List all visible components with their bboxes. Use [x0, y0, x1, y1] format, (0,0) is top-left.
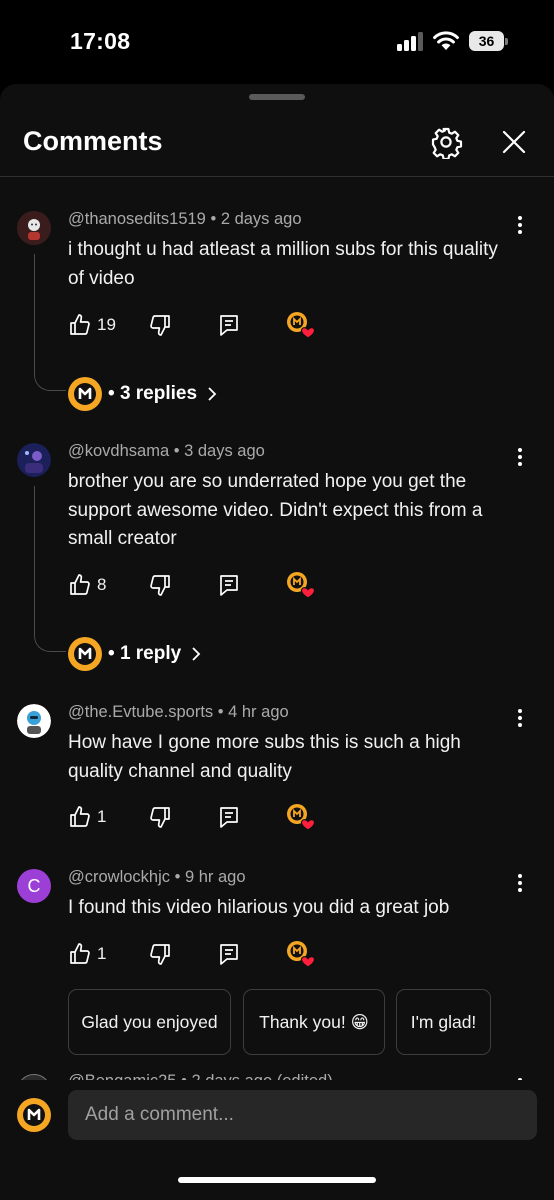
- comment-text: I found this video hilarious you did a g…: [68, 897, 450, 918]
- comment-composer: [0, 1080, 554, 1200]
- avatar[interactable]: [17, 211, 51, 245]
- page-title: Comments: [23, 126, 163, 156]
- avatar-letter: C: [27, 875, 41, 896]
- reply-icon: [220, 944, 238, 965]
- comment-meta: @the.Evtube.sports • 4 hr ago: [68, 703, 289, 721]
- creator-heart: [285, 311, 317, 339]
- chevron-right-icon: [192, 647, 201, 661]
- creator-heart-icon: [287, 312, 316, 339]
- comment-meta: @kovdhsama • 3 days ago: [68, 442, 265, 460]
- kebab-menu-icon[interactable]: [508, 445, 532, 469]
- comment-actions: 1: [68, 803, 328, 833]
- comments-header: Comments: [0, 84, 554, 177]
- dislike-icon: [150, 575, 170, 596]
- comment-text: How have I gone more subs this is such a…: [68, 732, 461, 782]
- creator-heart-icon: [287, 572, 316, 599]
- like-icon: [70, 943, 90, 964]
- settings-gear-icon[interactable]: [429, 125, 463, 159]
- comment-author[interactable]: @crowlockhjc: [68, 868, 170, 886]
- avatar[interactable]: C: [17, 869, 51, 903]
- like-button[interactable]: 1: [68, 940, 106, 968]
- suggested-reply-chip[interactable]: I'm glad!: [396, 989, 491, 1055]
- like-icon: [70, 806, 90, 827]
- dislike-icon: [150, 807, 170, 828]
- like-icon: [70, 314, 90, 335]
- reply-icon: [220, 807, 238, 828]
- kebab-menu-icon[interactable]: [508, 706, 532, 730]
- comment-author[interactable]: @thanosedits1519: [68, 210, 206, 228]
- like-button[interactable]: 19: [68, 311, 116, 339]
- like-icon: [70, 574, 90, 595]
- comment-time: 3 days ago: [184, 442, 265, 460]
- like-count: 1: [97, 944, 107, 963]
- wifi-icon: [433, 31, 459, 50]
- creator-heart: [285, 571, 317, 599]
- add-comment-input[interactable]: [68, 1090, 537, 1140]
- dislike-button[interactable]: [148, 571, 172, 599]
- dislike-icon: [150, 315, 170, 336]
- comment-meta: @crowlockhjc • 9 hr ago: [68, 868, 246, 886]
- close-icon[interactable]: [497, 125, 531, 159]
- status-time: 17:08: [70, 28, 131, 54]
- view-replies-button[interactable]: • 3 replies: [68, 377, 221, 411]
- comment-meta: @thanosedits1519 • 2 days ago: [68, 210, 302, 228]
- comment-text: brother you are so underrated hope you g…: [68, 471, 483, 549]
- thread-line: [34, 486, 66, 652]
- battery-icon: 36: [469, 31, 509, 51]
- dislike-button[interactable]: [148, 803, 172, 831]
- reply-icon: [220, 315, 238, 336]
- channel-logo-icon: [68, 637, 102, 671]
- comment-time: 9 hr ago: [184, 868, 246, 886]
- channel-logo-icon: [68, 377, 102, 411]
- comment-actions: 19: [68, 311, 328, 341]
- signal-icon: [397, 31, 427, 51]
- kebab-menu-icon[interactable]: [508, 213, 532, 237]
- comment-author[interactable]: @the.Evtube.sports: [68, 703, 213, 721]
- creator-heart: [285, 940, 317, 968]
- dislike-button[interactable]: [148, 940, 172, 968]
- comment-time: 4 hr ago: [228, 703, 289, 721]
- reply-button[interactable]: [217, 571, 241, 599]
- comment-author[interactable]: @kovdhsama: [68, 442, 169, 460]
- creator-heart-icon: [287, 804, 316, 831]
- channel-logo-icon: [17, 1098, 51, 1132]
- dislike-button[interactable]: [148, 311, 172, 339]
- comment-actions: 8: [68, 571, 328, 601]
- comment-text: i thought u had atleast a million subs f…: [68, 239, 498, 289]
- like-button[interactable]: 1: [68, 803, 106, 831]
- like-count: 8: [97, 575, 107, 594]
- comments-sheet: Comments @thanosedits1519 • 2 days ago i…: [0, 84, 554, 1200]
- like-count: 1: [97, 807, 107, 826]
- creator-heart-icon: [287, 941, 316, 968]
- reply-button[interactable]: [217, 803, 241, 831]
- reply-button[interactable]: [217, 311, 241, 339]
- thread-line: [34, 254, 66, 391]
- status-bar: 17:08 36: [0, 0, 554, 84]
- battery-level: 36: [469, 31, 504, 51]
- view-replies-button[interactable]: • 1 reply: [68, 637, 205, 671]
- creator-heart: [285, 803, 317, 831]
- like-button[interactable]: 8: [68, 571, 106, 599]
- reply-button[interactable]: [217, 940, 241, 968]
- comment-actions: 1: [68, 940, 328, 970]
- like-count: 19: [97, 315, 116, 334]
- replies-count: 1 reply: [119, 643, 182, 664]
- avatar[interactable]: [17, 443, 51, 477]
- dislike-icon: [150, 944, 170, 965]
- avatar[interactable]: [17, 704, 51, 738]
- chevron-right-icon: [208, 387, 217, 401]
- kebab-menu-icon[interactable]: [508, 871, 532, 895]
- suggested-reply-chip[interactable]: Thank you! 😁: [243, 989, 385, 1055]
- reply-icon: [220, 575, 238, 596]
- comment-time: 2 days ago: [220, 210, 302, 228]
- home-indicator: [178, 1177, 376, 1183]
- replies-count: 3 replies: [119, 383, 198, 404]
- suggested-reply-chip[interactable]: Glad you enjoyed: [68, 989, 231, 1055]
